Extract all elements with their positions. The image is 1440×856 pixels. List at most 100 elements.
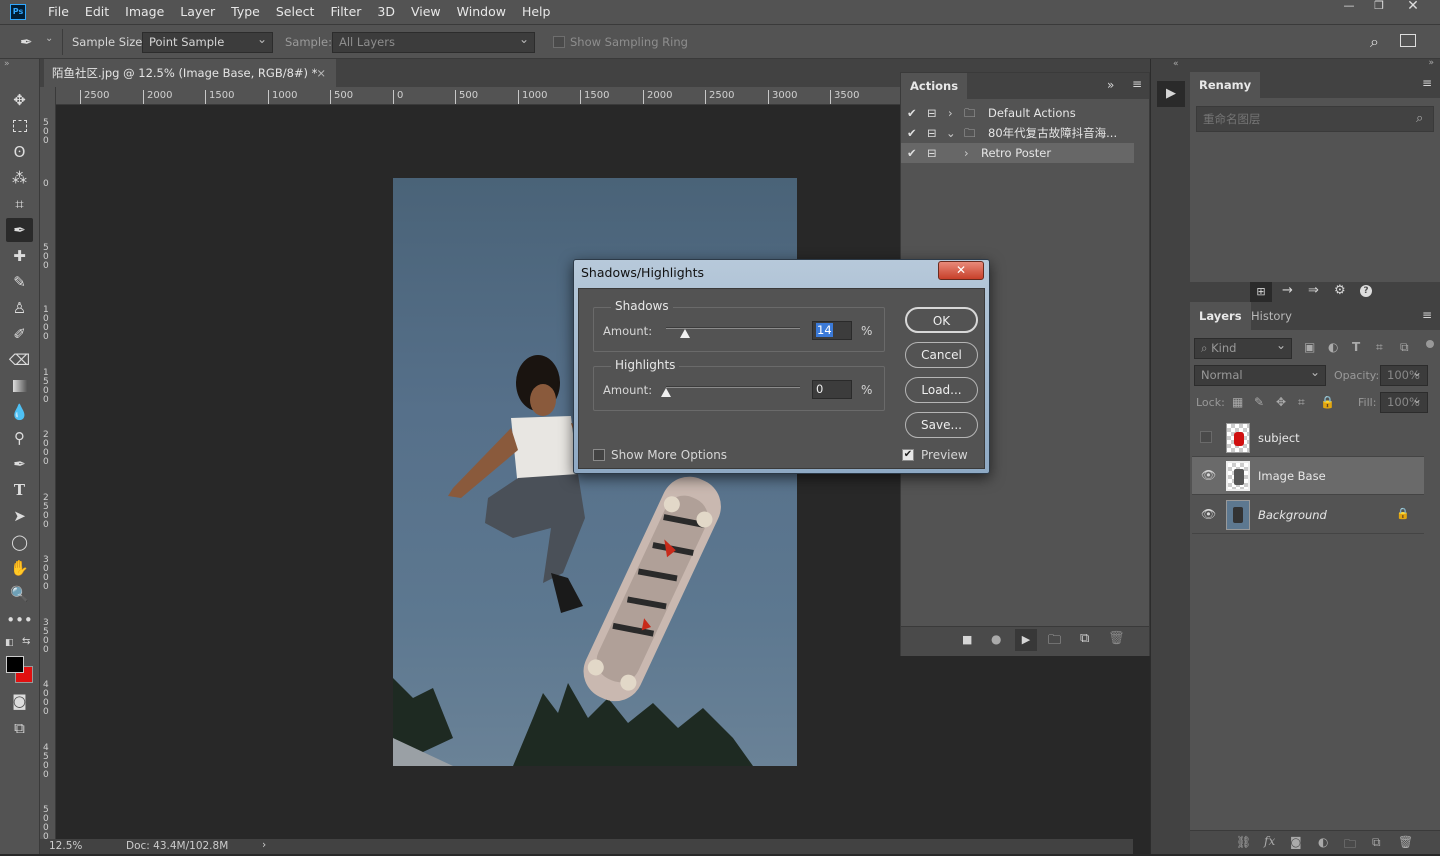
trash-icon[interactable]: 🗑: [1108, 631, 1125, 646]
layer-row-subject[interactable]: subject: [1192, 419, 1424, 457]
move-tool-icon[interactable]: ✥: [6, 88, 33, 112]
quick-mask-icon[interactable]: ◙: [6, 689, 33, 713]
fx-icon[interactable]: fx: [1264, 834, 1275, 848]
menu-help[interactable]: Help: [514, 0, 559, 24]
history-brush-tool-icon[interactable]: ✐: [6, 322, 33, 346]
type-filter-icon[interactable]: T: [1352, 340, 1360, 354]
lock-position-icon[interactable]: ✥: [1276, 395, 1286, 409]
adjustment-filter-icon[interactable]: ◐: [1328, 340, 1338, 354]
menu-filter[interactable]: Filter: [322, 0, 369, 24]
layer-name[interactable]: Background: [1258, 508, 1327, 522]
show-more-options-checkbox[interactable]: [593, 449, 605, 461]
foreground-color-swatch[interactable]: [6, 656, 24, 673]
panel-menu-icon[interactable]: ≡: [1422, 308, 1432, 322]
highlights-slider-thumb[interactable]: [661, 388, 671, 397]
dialog-toggle-icon[interactable]: ⊟: [927, 123, 937, 143]
help-icon[interactable]: ?: [1360, 285, 1372, 297]
cancel-button[interactable]: Cancel: [905, 342, 978, 368]
search-icon[interactable]: ⌕: [1370, 32, 1379, 52]
highlights-slider-track[interactable]: [666, 386, 800, 388]
tab-history[interactable]: History: [1242, 302, 1301, 330]
minimize-icon[interactable]: —: [1334, 0, 1364, 14]
filter-toggle-icon[interactable]: [1426, 340, 1434, 348]
marquee-tool-icon[interactable]: [6, 114, 33, 138]
rename-tool-icon[interactable]: ⊞: [1250, 282, 1272, 302]
ok-button[interactable]: OK: [905, 307, 978, 333]
lock-transparency-icon[interactable]: ▦: [1232, 395, 1243, 409]
lock-artboard-icon[interactable]: ⌗: [1298, 395, 1305, 410]
actions-dock-icon[interactable]: ▶: [1157, 81, 1185, 107]
arrow-right-icon[interactable]: →: [1282, 283, 1293, 298]
path-selection-tool-icon[interactable]: ➤: [6, 504, 33, 528]
menu-view[interactable]: View: [403, 0, 449, 24]
layer-name[interactable]: subject: [1258, 431, 1300, 445]
new-action-icon[interactable]: ⧉: [1080, 631, 1089, 646]
play-icon[interactable]: ▶: [1015, 629, 1037, 651]
eye-icon[interactable]: 👁: [1201, 468, 1216, 482]
opacity-field[interactable]: 100%: [1380, 363, 1428, 386]
gear-icon[interactable]: ⚙: [1334, 283, 1346, 298]
swap-colors-icon[interactable]: ⇆: [22, 636, 30, 647]
search-icon[interactable]: ⌕: [1416, 111, 1423, 126]
preview-checkbox[interactable]: ✔: [902, 449, 914, 461]
smart-object-filter-icon[interactable]: ⧉: [1400, 340, 1409, 355]
default-colors-icon[interactable]: ◧: [5, 638, 14, 648]
expand-icon[interactable]: »: [1107, 78, 1114, 92]
close-tab-icon[interactable]: ×: [316, 59, 326, 87]
visibility-toggle-off[interactable]: [1200, 431, 1212, 443]
lock-paint-icon[interactable]: ✎: [1254, 395, 1264, 409]
hand-tool-icon[interactable]: ✋: [6, 556, 33, 580]
eyedropper-tool-icon[interactable]: ✒: [20, 33, 33, 51]
screen-mode-icon[interactable]: ⧉: [6, 716, 33, 740]
type-tool-icon[interactable]: T: [6, 478, 33, 502]
pen-tool-icon[interactable]: ✒: [6, 452, 33, 476]
check-icon[interactable]: ✔: [907, 123, 917, 143]
sample-select[interactable]: All Layers: [332, 30, 535, 53]
rename-layer-input[interactable]: [1196, 106, 1434, 132]
more-tools-icon[interactable]: •••: [6, 608, 33, 632]
show-sampling-ring-checkbox[interactable]: [553, 36, 565, 48]
shadows-slider-thumb[interactable]: [679, 329, 690, 338]
crop-tool-icon[interactable]: ⌗: [6, 192, 33, 216]
image-filter-icon[interactable]: ▣: [1304, 340, 1315, 354]
chevron-down-icon[interactable]: ⌄: [946, 123, 956, 143]
chevron-down-icon[interactable]: ⌄: [45, 33, 53, 44]
lasso-tool-icon[interactable]: ʘ: [6, 140, 33, 164]
batch-arrow-icon[interactable]: ⇒: [1308, 283, 1319, 298]
chevron-right-icon[interactable]: ›: [964, 143, 969, 163]
panel-menu-icon[interactable]: ≡: [1132, 77, 1142, 91]
menu-select[interactable]: Select: [268, 0, 323, 24]
document-tab[interactable]: 陌鱼社区.jpg @ 12.5% (Image Base, RGB/8#) * …: [44, 59, 336, 87]
new-set-folder-icon[interactable]: 🗀: [1048, 631, 1061, 653]
collapse-arrows-icon[interactable]: »: [4, 59, 10, 69]
zoom-level[interactable]: 12.5%: [49, 840, 82, 852]
trash-icon[interactable]: 🗑: [1398, 835, 1413, 849]
eraser-tool-icon[interactable]: ⌫: [6, 348, 33, 372]
dialog-toggle-icon[interactable]: ⊟: [927, 143, 937, 163]
highlights-amount-input[interactable]: 0: [812, 380, 852, 399]
menu-image[interactable]: Image: [117, 0, 172, 24]
restore-icon[interactable]: ❐: [1364, 0, 1394, 14]
group-folder-icon[interactable]: 🗀: [1344, 835, 1356, 856]
record-icon[interactable]: ●: [991, 632, 1001, 646]
shadows-amount-input[interactable]: 14: [812, 321, 852, 340]
dodge-tool-icon[interactable]: ⚲: [6, 426, 33, 450]
new-layer-icon[interactable]: ⧉: [1372, 835, 1381, 850]
shape-filter-icon[interactable]: ⌗: [1376, 340, 1383, 355]
menu-edit[interactable]: Edit: [77, 0, 117, 24]
workspace-icon[interactable]: [1400, 34, 1416, 47]
tab-actions[interactable]: Actions: [901, 73, 968, 99]
menu-window[interactable]: Window: [449, 0, 514, 24]
filter-kind-select[interactable]: ⌕ Kind: [1194, 336, 1292, 359]
menu-file[interactable]: File: [40, 0, 77, 24]
fill-field[interactable]: 100%: [1380, 390, 1428, 413]
ellipse-tool-icon[interactable]: ◯: [6, 530, 33, 554]
eye-icon[interactable]: 👁: [1201, 507, 1216, 521]
check-icon[interactable]: ✔: [907, 143, 917, 163]
layer-row-image-base[interactable]: 👁 Image Base: [1192, 457, 1424, 495]
check-icon[interactable]: ✔: [907, 103, 917, 123]
blend-mode-select[interactable]: Normal: [1194, 363, 1326, 386]
lock-all-icon[interactable]: 🔒: [1320, 395, 1335, 409]
layer-row-background[interactable]: 👁 Background 🔒: [1192, 496, 1424, 534]
close-icon[interactable]: ✕: [1398, 0, 1428, 14]
